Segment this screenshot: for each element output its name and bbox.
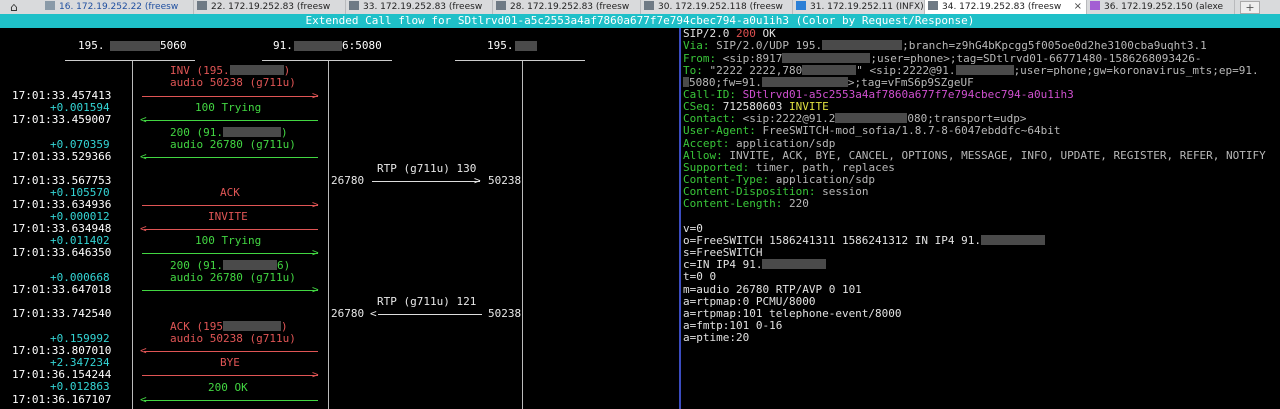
arrow-head-left-icon: < bbox=[370, 307, 377, 320]
terminal-icon bbox=[928, 1, 938, 10]
sdp-line: a=ptime:20 bbox=[683, 331, 750, 344]
new-tab-button[interactable]: + bbox=[1240, 1, 1260, 14]
arrow-head-right-icon: > bbox=[312, 283, 319, 296]
arrow-head-right-icon: > bbox=[312, 198, 319, 211]
host-2-ip: 91. bbox=[273, 39, 293, 52]
msg-200-sdp: audio 26780 (g711u) bbox=[170, 138, 296, 151]
tab-30[interactable]: 30. 172.19.252.118 (freesw bbox=[641, 0, 793, 14]
msg-ack-label[interactable]: ACK bbox=[220, 187, 240, 199]
tab-28[interactable]: 28. 172.19.252.83 (freesw bbox=[493, 0, 641, 14]
tab-16[interactable]: 16. 172.19.252.22 (freesw bbox=[42, 0, 194, 14]
msg-invite2-label[interactable]: INVITE bbox=[208, 211, 248, 223]
timestamp: 17:01:33.647018 bbox=[12, 283, 112, 296]
sip-header-via: Via: SIP/2.0/UDP 195. ;branch=z9hG4bKpcgg… bbox=[683, 39, 1207, 52]
rtp-arrow-left bbox=[378, 314, 482, 315]
msg-invite-sdp: audio 50238 (g711u) bbox=[170, 76, 296, 89]
rtp-port-right: 50238 bbox=[488, 307, 522, 320]
host-3-underline bbox=[455, 60, 585, 61]
msg-trying-label[interactable]: 100 Trying bbox=[195, 102, 261, 114]
timestamp: 17:01:36.167107 bbox=[12, 393, 112, 406]
host-2-underline bbox=[262, 60, 392, 61]
terminal-icon bbox=[349, 1, 359, 10]
sip-header-content-length: Content-Length: 220 bbox=[683, 197, 809, 210]
msg-200ok-label[interactable]: 200 OK bbox=[208, 382, 248, 394]
tab-31[interactable]: 31. 172.19.252.11 (INFX) bbox=[793, 0, 925, 14]
host-2-port: 6:5080 bbox=[342, 39, 382, 52]
call-flow-pane[interactable]: 195. 5060 91. 6:5080 195. 17:01:33.45741… bbox=[0, 28, 679, 409]
sip-header-user-agent: User-Agent: FreeSWITCH-mod_sofia/1.8.7-8… bbox=[683, 124, 1061, 137]
pane-divider[interactable] bbox=[679, 28, 681, 409]
redacted-block bbox=[110, 41, 160, 51]
lifeline-2 bbox=[328, 61, 329, 409]
arrow-left bbox=[144, 351, 318, 352]
rtp-stream-label[interactable]: RTP (g711u) 130 bbox=[377, 163, 476, 175]
redacted-block bbox=[294, 41, 342, 51]
tab-36[interactable]: 36. 172.19.252.150 (alexe bbox=[1087, 0, 1235, 14]
host-1-ip: 195. bbox=[78, 39, 105, 52]
host-1-underline bbox=[65, 60, 195, 61]
delta-time: +0.012863 bbox=[50, 380, 110, 393]
lifeline-1 bbox=[132, 61, 133, 409]
arrow-right bbox=[142, 290, 318, 291]
close-tab-icon[interactable]: × bbox=[1074, 0, 1082, 14]
tab-33[interactable]: 33. 172.19.252.83 (freesw bbox=[346, 0, 493, 14]
rtp-stream-label[interactable]: RTP (g711u) 121 bbox=[377, 296, 476, 308]
call-flow-title: Extended Call flow for SDtlrvd01-a5c2553… bbox=[0, 14, 1280, 28]
msg-bye-label[interactable]: BYE bbox=[220, 357, 240, 369]
redacted-block bbox=[515, 41, 537, 51]
home-icon[interactable]: ⌂ bbox=[10, 0, 30, 14]
terminal-icon bbox=[45, 1, 55, 10]
rtp-port-left: 26780 bbox=[331, 307, 365, 320]
lifeline-3 bbox=[522, 61, 523, 409]
rtp-arrow-right bbox=[372, 181, 480, 182]
window-icon bbox=[796, 1, 806, 10]
arrow-right bbox=[142, 375, 318, 376]
timestamp: 17:01:33.459007 bbox=[12, 113, 112, 126]
msg-200b-sdp: audio 26780 (g711u) bbox=[170, 271, 296, 284]
sip-message-pane[interactable]: SIP/2.0 200 OK Via: SIP/2.0/UDP 195. ;bra… bbox=[683, 28, 1280, 409]
timestamp: 17:01:33.646350 bbox=[12, 246, 112, 259]
arrow-left bbox=[144, 229, 318, 230]
terminal-icon bbox=[644, 1, 654, 10]
arrow-right bbox=[142, 96, 318, 97]
msg-ack2-sdp: audio 50238 (g711u) bbox=[170, 332, 296, 345]
arrow-left bbox=[144, 120, 318, 121]
rtp-port-left: 26780 bbox=[331, 174, 365, 187]
tab-22[interactable]: 22. 172.19.252.83 (freesw bbox=[194, 0, 346, 14]
tab-34-active[interactable]: 34. 172.19.252.83 (freesw × bbox=[925, 0, 1087, 14]
timestamp: 17:01:33.529366 bbox=[12, 150, 112, 163]
terminal-icon bbox=[197, 1, 207, 10]
arrow-left bbox=[144, 157, 318, 158]
rtp-port-right: 50238 bbox=[488, 174, 522, 187]
sdp-line: t=0 0 bbox=[683, 270, 717, 283]
arrow-right bbox=[142, 253, 318, 254]
timestamp: 17:01:33.742540 bbox=[12, 307, 112, 320]
terminal-icon bbox=[496, 1, 506, 10]
arrow-head-right-icon: > bbox=[312, 246, 319, 259]
arrow-right bbox=[142, 205, 318, 206]
host-1-port: 5060 bbox=[160, 39, 187, 52]
window-icon bbox=[1090, 1, 1100, 10]
host-3-ip: 195. bbox=[487, 39, 514, 52]
arrow-head-right-icon: > bbox=[474, 174, 481, 187]
arrow-left bbox=[144, 400, 318, 401]
msg-trying2-label[interactable]: 100 Trying bbox=[195, 235, 261, 247]
arrow-head-right-icon: > bbox=[312, 368, 319, 381]
arrow-head-right-icon: > bbox=[312, 89, 319, 102]
browser-tab-bar: ⌂ 16. 172.19.252.22 (freesw 22. 172.19.2… bbox=[0, 0, 1280, 14]
